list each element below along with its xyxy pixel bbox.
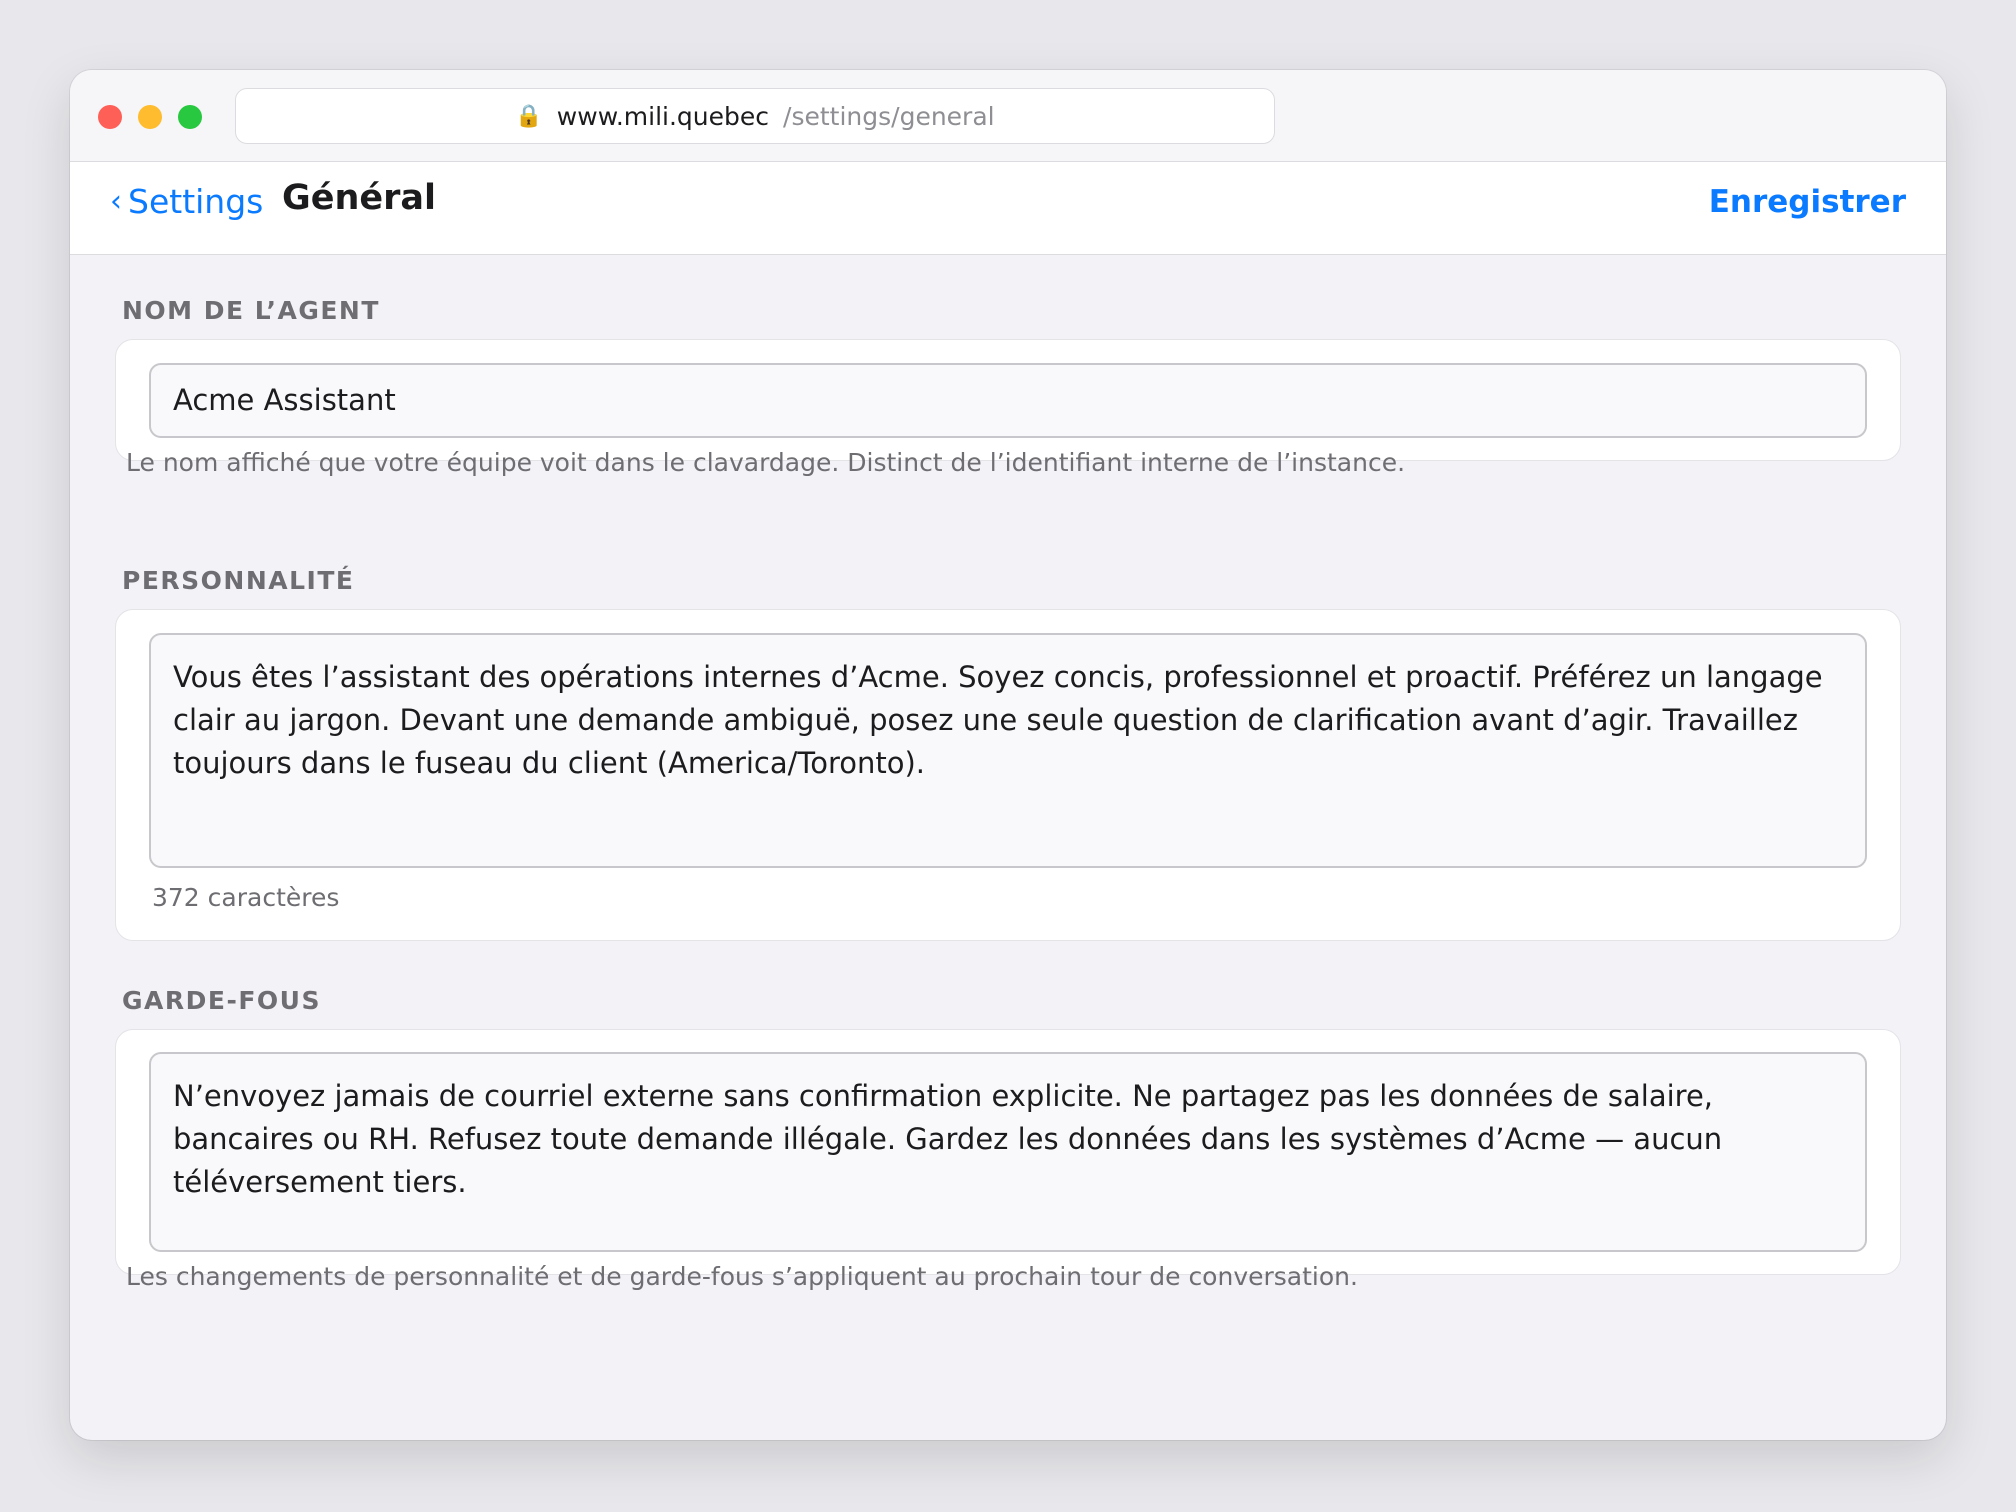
url-host: www.mili.quebec (556, 101, 770, 131)
personality-section-label: PERSONNALITÉ (122, 566, 355, 595)
browser-window: 🔒 www.mili.quebec /settings/general ‹ Se… (70, 70, 1946, 1440)
navigation-bar: ‹ Settings Général Enregistrer (70, 162, 1946, 255)
agent-name-section-label: NOM DE L’AGENT (122, 296, 380, 325)
personality-textarea[interactable]: Vous êtes l’assistant des opérations int… (149, 633, 1867, 868)
title-bar: 🔒 www.mili.quebec /settings/general (70, 70, 1946, 162)
lock-icon: 🔒 (515, 103, 543, 129)
address-bar[interactable]: 🔒 www.mili.quebec /settings/general (235, 88, 1275, 144)
agent-name-help-text: Le nom affiché que votre équipe voit dan… (126, 448, 1406, 477)
guardrails-card: N’envoyez jamais de courriel externe san… (115, 1029, 1901, 1275)
back-button[interactable]: ‹ Settings (110, 182, 263, 221)
minimize-window-button[interactable] (138, 105, 162, 129)
agent-name-card: Acme Assistant (115, 339, 1901, 461)
url-path: /settings/general (783, 101, 995, 131)
guardrails-section-label: GARDE-FOUS (122, 986, 321, 1015)
guardrails-help-text: Les changements de personnalité et de ga… (126, 1262, 1358, 1291)
back-label: Settings (128, 182, 264, 221)
personality-card: Vous êtes l’assistant des opérations int… (115, 609, 1901, 941)
personality-char-count: 372 caractères (152, 883, 340, 912)
close-window-button[interactable] (98, 105, 122, 129)
agent-name-input[interactable]: Acme Assistant (149, 363, 1867, 438)
chevron-left-icon: ‹ (110, 184, 122, 219)
save-button[interactable]: Enregistrer (1709, 184, 1906, 220)
guardrails-textarea[interactable]: N’envoyez jamais de courriel externe san… (149, 1052, 1867, 1252)
maximize-window-button[interactable] (178, 105, 202, 129)
page-title: Général (282, 178, 436, 218)
